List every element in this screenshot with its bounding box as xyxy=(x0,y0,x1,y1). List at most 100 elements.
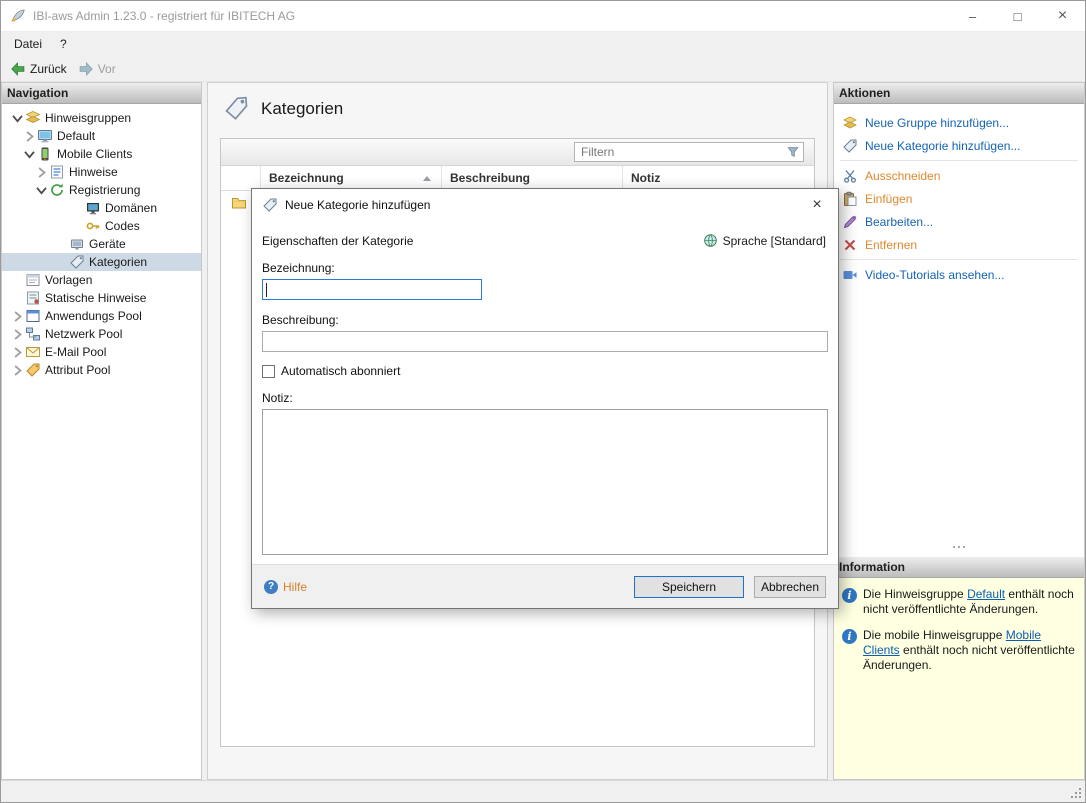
video-icon xyxy=(842,267,858,283)
nav-item-mobile-clients[interactable]: Mobile Clients xyxy=(2,145,201,163)
nav-item-hinweise[interactable]: Hinweise xyxy=(2,163,201,181)
app-logo-icon xyxy=(10,8,26,24)
action-entfernen[interactable]: Entfernen xyxy=(834,233,1084,256)
nav-item-vorlagen[interactable]: Vorlagen xyxy=(2,271,201,289)
key-icon xyxy=(85,218,101,234)
clipboard-icon xyxy=(842,191,858,207)
right-panel: Aktionen Neue Gruppe hinzufügen... Neue … xyxy=(833,82,1085,780)
forward-arrow-icon xyxy=(78,61,94,77)
new-group-icon xyxy=(842,115,858,131)
folder-icon xyxy=(231,195,247,211)
save-button[interactable]: Speichern xyxy=(634,576,744,598)
column-header-bezeichnung[interactable]: Bezeichnung xyxy=(261,166,442,190)
attribute-tag-icon xyxy=(25,362,41,378)
cancel-button[interactable]: Abbrechen xyxy=(754,576,826,598)
dialog-footer: ? Hilfe Speichern Abbrechen xyxy=(252,564,838,608)
help-link[interactable]: ? Hilfe xyxy=(264,580,307,594)
template-icon xyxy=(25,272,41,288)
nav-item-kategorien[interactable]: Kategorien xyxy=(2,253,201,271)
mobile-icon xyxy=(37,146,53,162)
section-label: Eigenschaften der Kategorie xyxy=(262,234,413,248)
actions-header: Aktionen xyxy=(834,83,1084,104)
category-tag-icon xyxy=(262,197,278,213)
back-button[interactable]: Zurück xyxy=(6,59,74,79)
nav-item-registrierung[interactable]: Registrierung xyxy=(2,181,201,199)
nav-item-domaenen[interactable]: Domänen xyxy=(2,199,201,217)
resize-grip[interactable] xyxy=(1069,786,1081,798)
network-icon xyxy=(25,326,41,342)
dialog-section-row: Eigenschaften der Kategorie Sprache [Sta… xyxy=(262,233,826,248)
minimize-button[interactable]: – xyxy=(950,1,995,31)
chevron-right-icon[interactable] xyxy=(10,309,25,324)
action-ausschneiden[interactable]: Ausschneiden xyxy=(834,164,1084,187)
new-category-dialog: Neue Kategorie hinzufügen × Eigenschafte… xyxy=(251,188,839,609)
close-button[interactable]: × xyxy=(1040,1,1085,31)
info-icon: i xyxy=(842,588,857,603)
back-arrow-icon xyxy=(10,61,26,77)
actions-separator xyxy=(840,259,1078,260)
filter-icon[interactable] xyxy=(786,145,800,159)
chevron-right-icon[interactable] xyxy=(22,129,37,144)
column-header-notiz[interactable]: Notiz xyxy=(623,166,814,190)
remove-x-icon xyxy=(842,237,858,253)
page-title: Kategorien xyxy=(261,99,343,119)
action-video-tutorials[interactable]: Video-Tutorials ansehen... xyxy=(834,263,1084,286)
device-icon xyxy=(69,236,85,252)
chevron-down-icon[interactable] xyxy=(34,183,49,198)
titlebar: IBI-aws Admin 1.23.0 - registriert für I… xyxy=(1,1,1085,32)
static-note-icon xyxy=(25,290,41,306)
dialog-close-button[interactable]: × xyxy=(806,196,828,214)
menu-datei[interactable]: Datei xyxy=(5,34,51,54)
action-bearbeiten[interactable]: Bearbeiten... xyxy=(834,210,1084,233)
language-selector[interactable]: Sprache [Standard] xyxy=(703,233,826,248)
filter-input[interactable] xyxy=(574,142,804,162)
chevron-down-icon[interactable] xyxy=(22,147,37,162)
tree-indent xyxy=(70,201,85,216)
nav-item-hinweisgruppen[interactable]: Hinweisgruppen xyxy=(2,109,201,127)
maximize-button[interactable]: □ xyxy=(995,1,1040,31)
chevron-right-icon[interactable] xyxy=(10,327,25,342)
nav-item-email-pool[interactable]: E-Mail Pool xyxy=(2,343,201,361)
automatisch-abonniert-checkbox[interactable] xyxy=(262,365,275,378)
mail-icon xyxy=(25,344,41,360)
panel-splitter[interactable] xyxy=(834,542,1084,552)
action-neue-gruppe-hinzufuegen[interactable]: Neue Gruppe hinzufügen... xyxy=(834,111,1084,134)
tree-indent xyxy=(54,237,69,252)
default-group-link[interactable]: Default xyxy=(967,587,1005,601)
nav-item-default[interactable]: Default xyxy=(2,127,201,145)
window-title: IBI-aws Admin 1.23.0 - registriert für I… xyxy=(33,9,295,23)
column-header-beschreibung[interactable]: Beschreibung xyxy=(442,166,623,190)
nav-item-codes[interactable]: Codes xyxy=(2,217,201,235)
action-neue-kategorie-hinzufuegen[interactable]: Neue Kategorie hinzufügen... xyxy=(834,134,1084,157)
nav-item-netzwerk-pool[interactable]: Netzwerk Pool xyxy=(2,325,201,343)
chevron-right-icon[interactable] xyxy=(10,363,25,378)
notiz-textarea[interactable] xyxy=(262,409,828,555)
chevron-right-icon[interactable] xyxy=(34,165,49,180)
bezeichnung-input[interactable] xyxy=(262,279,482,300)
nav-item-statische-hinweise[interactable]: Statische Hinweise xyxy=(2,289,201,307)
kategorien-page-icon xyxy=(223,95,250,122)
filter-box xyxy=(574,142,804,162)
info-note-default: i Die Hinweisgruppe Default enthält noch… xyxy=(842,587,1076,617)
nav-item-attribut-pool[interactable]: Attribut Pool xyxy=(2,361,201,379)
tree-indent xyxy=(54,255,69,270)
scissors-icon xyxy=(842,168,858,184)
information-body: i Die Hinweisgruppe Default enthält noch… xyxy=(834,578,1084,779)
menu-help[interactable]: ? xyxy=(51,34,76,54)
nav-item-anwendungs-pool[interactable]: Anwendungs Pool xyxy=(2,307,201,325)
chevron-right-icon[interactable] xyxy=(10,345,25,360)
nav-item-geraete[interactable]: Geräte xyxy=(2,235,201,253)
text-caret xyxy=(266,283,267,297)
chevron-down-icon[interactable] xyxy=(10,111,25,126)
statusbar xyxy=(1,780,1085,802)
forward-button[interactable]: Vor xyxy=(74,59,123,79)
list-icon xyxy=(49,164,65,180)
beschreibung-input[interactable] xyxy=(262,331,828,352)
computer-icon xyxy=(37,128,53,144)
action-einfuegen[interactable]: Einfügen xyxy=(834,187,1084,210)
abonniert-checkbox-label: Automatisch abonniert xyxy=(281,364,400,378)
navigation-tree: Hinweisgruppen Default Mobile Clients Hi… xyxy=(2,104,201,379)
info-note-mobile-clients: i Die mobile Hinweisgruppe Mobile Client… xyxy=(842,628,1076,673)
column-header-icon[interactable] xyxy=(221,166,261,190)
tag-icon xyxy=(69,254,85,270)
